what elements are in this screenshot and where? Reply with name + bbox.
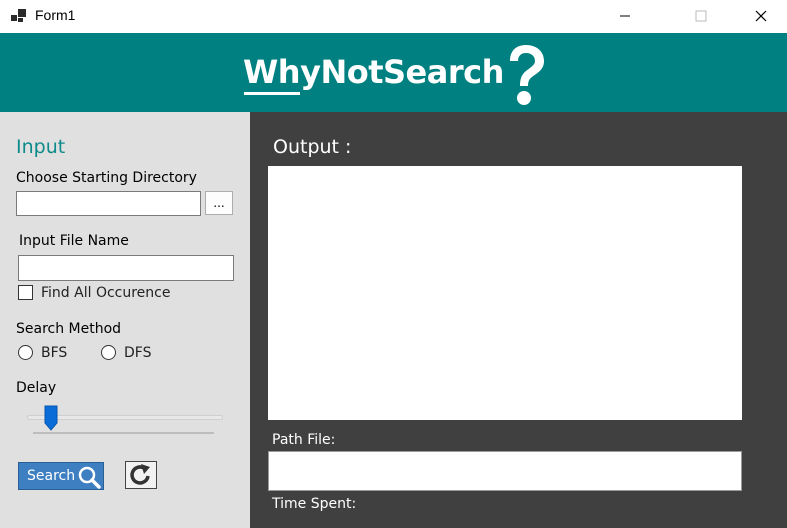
delay-label: Delay: [16, 380, 57, 396]
minimize-button[interactable]: [602, 0, 648, 32]
path-file-output[interactable]: [268, 451, 742, 491]
logo-text: WhyNotSearch: [243, 53, 504, 91]
magnifier-icon: [78, 466, 101, 489]
window-title: Form1: [35, 7, 76, 23]
delay-slider-thumb[interactable]: [44, 405, 58, 431]
minimize-icon: [620, 15, 630, 17]
maximize-icon: [695, 10, 707, 22]
directory-input[interactable]: [16, 191, 201, 216]
output-title: Output :: [273, 136, 352, 158]
delay-slider-ticks: [33, 432, 214, 434]
find-all-label: Find All Occurence: [41, 285, 171, 301]
app-icon: [11, 9, 26, 22]
directory-label: Choose Starting Directory: [16, 170, 197, 186]
bfs-label: BFS: [41, 345, 68, 361]
maximize-button[interactable]: [678, 0, 724, 32]
logo-underline: [244, 92, 300, 95]
refresh-icon: [130, 464, 150, 485]
output-display[interactable]: [268, 166, 742, 420]
dfs-radio[interactable]: [101, 345, 116, 360]
bfs-radio[interactable]: [18, 345, 33, 360]
time-spent-label: Time Spent:: [272, 496, 357, 512]
close-button[interactable]: [738, 0, 784, 32]
close-icon: [755, 10, 767, 22]
question-mark-icon: [510, 45, 544, 105]
file-name-input[interactable]: [18, 255, 234, 281]
path-file-label: Path File:: [272, 432, 336, 448]
input-title: Input: [16, 136, 66, 158]
search-button-label: Search: [27, 468, 76, 484]
title-bar: Form1: [0, 0, 787, 34]
dfs-label: DFS: [124, 345, 152, 361]
search-button[interactable]: Search: [18, 462, 104, 490]
find-all-checkbox[interactable]: [18, 285, 33, 300]
browse-button[interactable]: ...: [205, 191, 233, 215]
search-method-label: Search Method: [16, 321, 122, 337]
refresh-button[interactable]: [125, 461, 157, 489]
file-name-label: Input File Name: [19, 233, 129, 249]
